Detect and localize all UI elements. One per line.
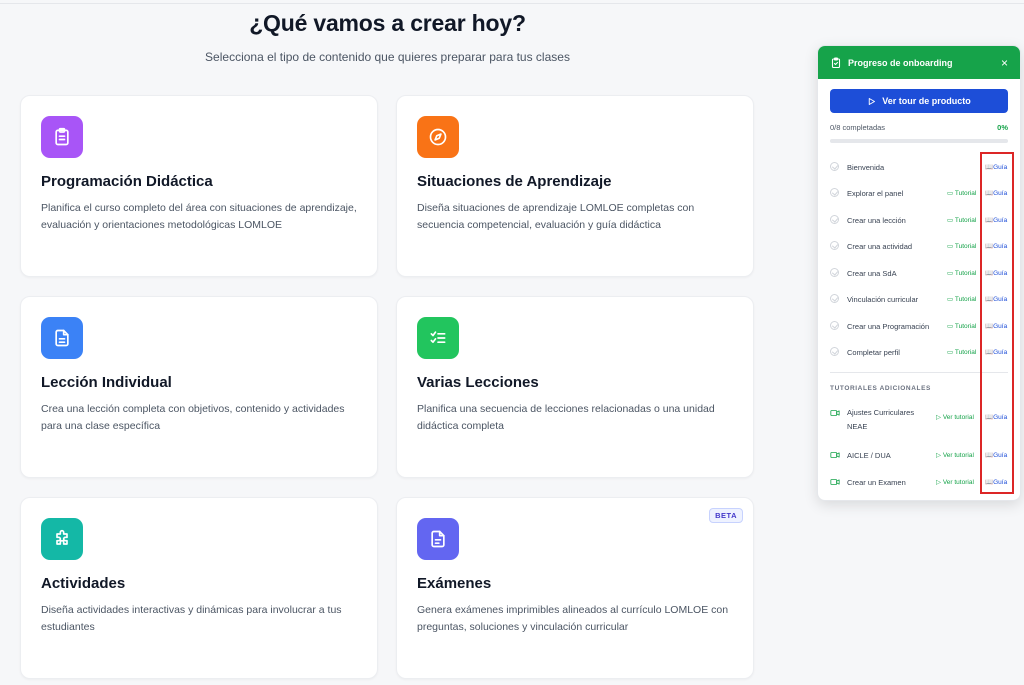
- card-title: Situaciones de Aprendizaje: [417, 173, 612, 190]
- card-description: Planifica una secuencia de lecciones rel…: [417, 403, 715, 432]
- card-varias-lecciones[interactable]: Varias Lecciones Planifica una secuencia…: [396, 296, 754, 478]
- tutorial-link[interactable]: ▭ Tutorial: [947, 348, 976, 356]
- step-label: Vinculación curricular: [847, 295, 919, 304]
- progress-bar: [830, 139, 1008, 143]
- progress-summary: 0/8 completadas 0%: [830, 123, 1008, 132]
- video-icon: [830, 479, 840, 485]
- video-icon: [830, 410, 840, 416]
- view-tour-button[interactable]: Ver tour de producto: [830, 89, 1008, 113]
- card-title: Lección Individual: [41, 374, 172, 391]
- check-circle-icon: [830, 162, 839, 171]
- check-circle-icon: [830, 215, 839, 224]
- check-circle-icon: [830, 241, 839, 250]
- card-description: Planifica el curso completo del área con…: [41, 202, 357, 231]
- check-circle-icon: [830, 347, 839, 356]
- card-description: Genera exámenes imprimibles alineados al…: [417, 604, 729, 633]
- beta-badge: BETA: [709, 508, 743, 523]
- progress-percent: 0%: [997, 123, 1008, 132]
- video-icon: [830, 452, 840, 458]
- close-icon[interactable]: ×: [1001, 56, 1008, 70]
- check-circle-icon: [830, 321, 839, 330]
- tutorial-link[interactable]: ▭ Tutorial: [947, 322, 976, 330]
- check-circle-icon: [830, 294, 839, 303]
- view-tutorial-link[interactable]: ▷ Ver tutorial: [936, 451, 974, 459]
- additional-tutorials-heading: TUTORIALES ADICIONALES: [830, 385, 931, 392]
- clipboard-icon: [41, 116, 83, 158]
- puzzle-icon: [41, 518, 83, 560]
- onboarding-title: Progreso de onboarding: [848, 57, 953, 68]
- card-title: Programación Didáctica: [41, 173, 213, 190]
- progress-count: 0/8 completadas: [830, 123, 886, 132]
- step-label: Explorar el panel: [847, 189, 904, 198]
- page-header: ¿Qué vamos a crear hoy? Selecciona el ti…: [0, 10, 775, 64]
- step-label: Crear una SdA: [847, 269, 897, 278]
- tutorial-link[interactable]: ▭ Tutorial: [947, 216, 976, 224]
- step-label: Completar perfil: [847, 348, 900, 357]
- card-title: Exámenes: [417, 575, 492, 592]
- step-label: Bienvenida: [847, 163, 885, 172]
- onboarding-header: Progreso de onboarding ×: [818, 46, 1020, 79]
- check-circle-icon: [830, 188, 839, 197]
- page-subtitle: Selecciona el tipo de contenido que quie…: [205, 50, 570, 64]
- check-circle-icon: [830, 268, 839, 277]
- tutorial-link[interactable]: ▭ Tutorial: [947, 295, 976, 303]
- card-description: Crea una lección completa con objetivos,…: [41, 403, 345, 432]
- tutorial-link[interactable]: ▭ Tutorial: [947, 242, 976, 250]
- card-situaciones-aprendizaje[interactable]: Situaciones de Aprendizaje Diseña situac…: [396, 95, 754, 277]
- view-tutorial-link[interactable]: ▷ Ver tutorial: [936, 478, 974, 486]
- view-tutorial-link[interactable]: ▷ Ver tutorial: [936, 413, 974, 421]
- tutorial-label: Ajustes Curriculares NEAE: [847, 408, 915, 431]
- tutorial-link[interactable]: ▭ Tutorial: [947, 269, 976, 277]
- card-programacion-didactica[interactable]: Programación Didáctica Planifica el curs…: [20, 95, 378, 277]
- page: ¿Qué vamos a crear hoy? Selecciona el ti…: [0, 0, 1024, 685]
- document-icon: [41, 317, 83, 359]
- card-title: Actividades: [41, 575, 126, 592]
- card-leccion-individual[interactable]: Lección Individual Crea una lección comp…: [20, 296, 378, 478]
- checklist-icon: [417, 317, 459, 359]
- card-description: Diseña actividades interactivas y dinámi…: [41, 604, 342, 633]
- card-description: Diseña situaciones de aprendizaje LOMLOE…: [417, 202, 695, 231]
- tutorial-label: Crear un Examen: [847, 478, 906, 487]
- card-examenes[interactable]: BETA Exámenes Genera exámenes imprimible…: [396, 497, 754, 679]
- step-label: Crear una lección: [847, 216, 906, 225]
- step-label: Crear una Programación: [847, 322, 930, 331]
- step-label: Crear una actividad: [847, 242, 913, 251]
- view-tour-label: Ver tour de producto: [882, 96, 971, 106]
- exam-document-icon: [417, 518, 459, 560]
- tutorial-link[interactable]: ▭ Tutorial: [947, 189, 976, 197]
- card-actividades[interactable]: Actividades Diseña actividades interacti…: [20, 497, 378, 679]
- clipboard-check-icon: [831, 56, 841, 68]
- top-divider: [0, 3, 1024, 4]
- tutorial-label: AICLE / DUA: [847, 451, 891, 460]
- card-title: Varias Lecciones: [417, 374, 539, 391]
- highlight-box: [980, 152, 1014, 494]
- play-icon: [869, 97, 876, 105]
- page-title: ¿Qué vamos a crear hoy?: [249, 10, 526, 36]
- compass-icon: [417, 116, 459, 158]
